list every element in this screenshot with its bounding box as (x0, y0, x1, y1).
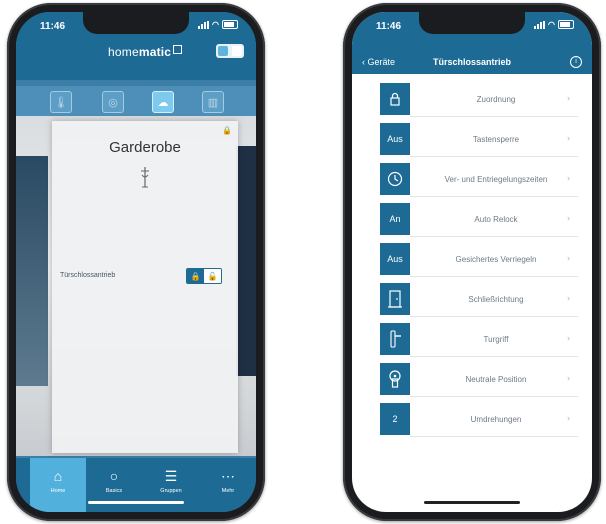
phone-right: 11:46 ◠ ‹ Geräte Türschlossantrieb i Zuo… (343, 3, 601, 521)
list-item-gesichertes-verriegeln[interactable]: Aus Gesichertes Verriegeln › (380, 241, 592, 277)
signal-icon (198, 20, 210, 29)
settings-list: Zuordnung › Aus Tastensperre › Ver- und … (380, 81, 592, 441)
list-item-turgriff[interactable]: Turgriff › (380, 321, 592, 357)
chevron-right-icon: › (567, 333, 570, 343)
list-item-auto-relock[interactable]: An Auto Relock › (380, 201, 592, 237)
home-icon: ⌂ (53, 468, 63, 484)
clock-icon (380, 163, 410, 195)
chevron-right-icon: › (567, 213, 570, 223)
status-time: 11:46 (376, 21, 402, 32)
groups-icon: ☰ (164, 468, 178, 484)
wifi-icon: ◠ (548, 20, 555, 29)
notch (419, 12, 525, 34)
chevron-right-icon: › (567, 413, 570, 423)
chevron-right-icon: › (567, 173, 570, 183)
home-indicator (88, 501, 184, 504)
chevron-right-icon: › (567, 293, 570, 303)
battery-icon (222, 20, 238, 29)
door-icon (380, 283, 410, 315)
view-toggle[interactable] (216, 44, 244, 58)
app-logo: homematic (108, 45, 183, 59)
value-box: Aus (380, 123, 410, 155)
thermometer-icon[interactable]: 🌡 (50, 91, 72, 113)
value-box: 2 (380, 403, 410, 435)
more-icon: ⋯ (221, 468, 235, 484)
list-item-tastensperre[interactable]: Aus Tastensperre › (380, 121, 592, 157)
basics-icon: ○ (109, 468, 119, 484)
list-item-schliessrichtung[interactable]: Schließrichtung › (380, 281, 592, 317)
tab-more[interactable]: ⋯ Mehr (200, 458, 256, 512)
value-box: Aus (380, 243, 410, 275)
value-box: An (380, 203, 410, 235)
category-tabs: 🌡 ◎ ☁ ▥ (16, 86, 256, 116)
door-handle-icon (380, 323, 410, 355)
screen-right: 11:46 ◠ ‹ Geräte Türschlossantrieb i Zuo… (352, 12, 592, 512)
battery-icon (558, 20, 574, 29)
lock-device-label: Türschlossantrieb (60, 272, 116, 279)
list-item-zeiten[interactable]: Ver- und Entriegelungszeiten › (380, 161, 592, 197)
notch (83, 12, 189, 34)
room-card[interactable]: 🔒 Garderobe Türschlossantrieb 🔒 🔓 (52, 121, 238, 453)
lock-icon (380, 83, 410, 115)
list-item-zuordnung[interactable]: Zuordnung › (380, 81, 592, 117)
tab-bar: ⌂ Home ○ Basics ☰ Gruppen ⋯ Mehr (16, 458, 256, 512)
info-icon[interactable]: i (570, 56, 582, 68)
wifi-icon: ◠ (212, 20, 219, 29)
chevron-right-icon: › (567, 253, 570, 263)
lock-cylinder-icon (380, 363, 410, 395)
signal-icon (534, 20, 546, 29)
security-icon[interactable]: ◎ (102, 91, 124, 113)
shutter-icon[interactable]: ▥ (202, 91, 224, 113)
home-indicator (424, 501, 520, 504)
list-item-umdrehungen[interactable]: 2 Umdrehungen › (380, 401, 592, 437)
room-title: Garderobe (109, 139, 181, 156)
lock-toggle: 🔒 🔓 (186, 268, 222, 284)
unlock-button[interactable]: 🔓 (204, 269, 221, 283)
coat-hook-icon (141, 167, 149, 188)
chevron-right-icon: › (567, 133, 570, 143)
lock-small-icon: 🔒 (222, 126, 232, 135)
chevron-right-icon: › (567, 93, 570, 103)
screen-left: 11:46 ◠ homematic 🌡 ◎ ☁ ▥ 🔒 Garderobe Tü… (16, 12, 256, 512)
status-time: 11:46 (40, 21, 66, 32)
chevron-right-icon: › (567, 373, 570, 383)
lock-category-icon[interactable]: ☁ (152, 91, 174, 113)
page-title: Türschlossantrieb (432, 57, 512, 67)
phone-left: 11:46 ◠ homematic 🌡 ◎ ☁ ▥ 🔒 Garderobe Tü… (7, 3, 265, 521)
list-item-neutrale-position[interactable]: Neutrale Position › (380, 361, 592, 397)
lock-button[interactable]: 🔒 (187, 269, 204, 283)
tab-home[interactable]: ⌂ Home (30, 458, 86, 512)
